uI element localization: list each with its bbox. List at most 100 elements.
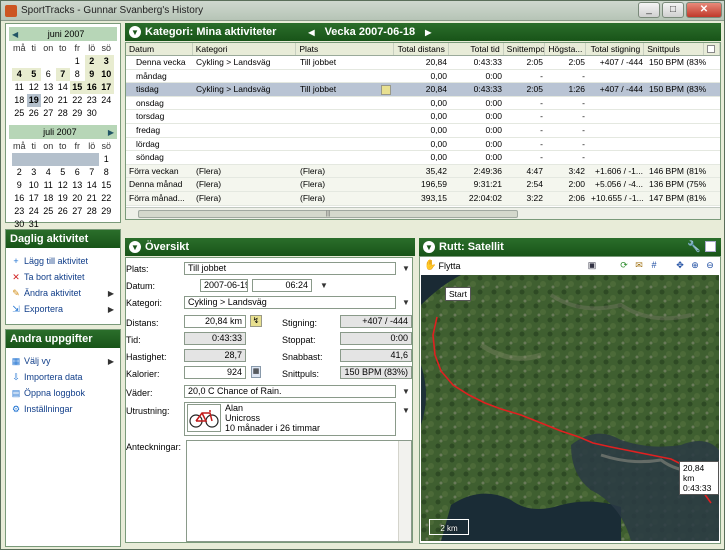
zoom-in-icon[interactable]: ⊕ (689, 259, 701, 271)
daily-item-0[interactable]: + Lägg till aktivitet (6, 253, 120, 269)
calendar-day[interactable]: 19 (56, 192, 71, 205)
calendar-day[interactable]: 12 (27, 81, 42, 94)
calculator-icon[interactable]: ▦ (251, 366, 261, 378)
collapse-chevron-icon[interactable]: ▼ (129, 241, 141, 253)
calendar-day[interactable]: 13 (41, 81, 56, 94)
column-header[interactable]: Total distans (394, 43, 449, 55)
calendar-day[interactable]: 23 (12, 205, 27, 218)
calendar-day[interactable]: 1 (99, 153, 114, 166)
next-week-arrow-icon[interactable]: ▶ (425, 28, 431, 37)
calendar-day[interactable]: 3 (99, 55, 114, 68)
place-field[interactable]: Till jobbet (184, 262, 396, 275)
scrollbar-thumb[interactable]: ||| (138, 210, 518, 218)
hand-icon[interactable]: ✋ (424, 260, 436, 271)
column-header[interactable]: Snittempo (504, 43, 545, 55)
column-header[interactable]: Plats (296, 43, 395, 55)
table-row[interactable]: lördag 0,00 0:00 - - (126, 138, 720, 152)
calendar-day[interactable]: 9 (12, 179, 27, 192)
calendar-day[interactable]: 19 (26, 94, 41, 107)
calendar-day[interactable]: 30 (85, 107, 100, 120)
collapse-chevron-icon[interactable]: ▼ (423, 241, 435, 253)
table-row[interactable]: söndag 0,00 0:00 - - (126, 151, 720, 165)
calendar-day[interactable]: 24 (99, 94, 114, 107)
calendar-day[interactable]: 9 (84, 68, 99, 81)
horizontal-scrollbar[interactable]: ||| (126, 207, 720, 219)
column-header[interactable]: Total tid (449, 43, 504, 55)
calendar-day[interactable]: 12 (56, 179, 71, 192)
calendar-day[interactable]: 5 (26, 68, 41, 81)
calendar-day[interactable]: 27 (70, 205, 85, 218)
prev-month-arrow-icon[interactable]: ◀ (12, 30, 18, 39)
calendar-day[interactable]: 11 (12, 81, 27, 94)
calendar-day[interactable]: 26 (56, 205, 71, 218)
category-dropdown-icon[interactable]: ▼ (402, 298, 410, 307)
time-field[interactable]: 06:24 (252, 279, 312, 292)
calendar-day[interactable]: 25 (41, 205, 56, 218)
calendar-day[interactable]: 11 (41, 179, 56, 192)
title-bar[interactable]: SportTracks - Gunnar Svanberg's History … (1, 1, 724, 21)
calendar-day[interactable]: 4 (41, 166, 56, 179)
table-row[interactable]: Förra veckan (Flera) (Flera) 35,42 2:49:36 4:… (126, 164, 720, 179)
end-callout[interactable]: 20,84 km 0:43:33 (679, 461, 719, 495)
calendar-day[interactable]: 14 (56, 81, 71, 94)
calendar-day[interactable]: 22 (70, 94, 85, 107)
refresh-icon[interactable]: ⟳ (618, 259, 630, 271)
calendar-day[interactable]: 16 (84, 81, 99, 94)
table-row[interactable]: fredag 0,00 0:00 - - (126, 124, 720, 138)
place-dropdown-icon[interactable]: ▼ (402, 264, 410, 273)
calendar-day[interactable]: 24 (27, 205, 42, 218)
calendar-day[interactable]: 8 (99, 166, 114, 179)
comment-icon[interactable]: ✉ (633, 259, 645, 271)
date-field[interactable]: 2007-06-19 (200, 279, 248, 292)
calendar-day[interactable]: 28 (85, 205, 100, 218)
calendar-day[interactable]: 21 (56, 94, 71, 107)
other-item-0[interactable]: ▦ Välj vy ▶ (6, 353, 120, 369)
start-callout[interactable]: Start (445, 287, 471, 301)
column-header[interactable]: Snittpuls (644, 43, 705, 55)
table-row[interactable]: Denna månad (Flera) (Flera) 196,59 9:31:21 2:… (126, 178, 720, 192)
close-button[interactable]: ✕ (686, 2, 722, 18)
calendar-day[interactable]: 3 (27, 166, 42, 179)
calendar-day[interactable]: 18 (41, 192, 56, 205)
collapse-chevron-icon[interactable]: ▼ (129, 26, 141, 38)
calendar-day[interactable]: 7 (55, 68, 70, 81)
calendar-day[interactable]: 25 (12, 107, 27, 120)
calendar-day[interactable]: 21 (85, 192, 100, 205)
calendar-day[interactable]: 4 (12, 68, 27, 81)
pan-icon[interactable]: ✥ (674, 259, 686, 271)
other-item-3[interactable]: ⚙ Inställningar (6, 401, 120, 417)
calendar-day[interactable]: 23 (85, 94, 100, 107)
calendar-day[interactable]: 27 (41, 107, 56, 120)
notes-textarea[interactable] (186, 440, 412, 542)
calendar-day[interactable]: 22 (99, 192, 114, 205)
calendar-day[interactable]: 18 (12, 94, 27, 107)
calendar-day[interactable]: 5 (56, 166, 71, 179)
calendar-day[interactable]: 7 (85, 166, 100, 179)
calendar-day[interactable]: 14 (85, 179, 100, 192)
daily-item-2[interactable]: ✎ Ändra aktivitet ▶ (6, 285, 120, 301)
column-header[interactable]: Högsta... (545, 43, 587, 55)
weather-dropdown-icon[interactable]: ▼ (402, 387, 410, 396)
daily-item-3[interactable]: ⇲ Exportera ▶ (6, 301, 120, 317)
calendar-day[interactable]: 8 (70, 68, 85, 81)
satellite-map[interactable]: Start 20,84 km 0:43:33 2 km (421, 275, 719, 541)
calendar-day[interactable]: 16 (12, 192, 27, 205)
calendar-day[interactable]: 1 (70, 55, 85, 68)
prev-week-arrow-icon[interactable]: ◀ (308, 28, 314, 37)
maximize-button[interactable]: □ (662, 2, 684, 18)
grid-icon[interactable]: # (648, 259, 660, 271)
zoom-out-icon[interactable]: ⊖ (704, 259, 716, 271)
notes-scrollbar[interactable] (398, 441, 411, 541)
table-row[interactable]: måndag 0,00 0:00 - - (126, 70, 720, 84)
calendar-day[interactable]: 17 (27, 192, 42, 205)
calendar-day[interactable]: 15 (70, 81, 85, 94)
column-header[interactable]: Total stigning (586, 43, 645, 55)
weather-field[interactable]: 20,0 C Chance of Rain. (184, 385, 396, 398)
calendar-day[interactable]: 29 (70, 107, 85, 120)
table-row[interactable]: Förra månad... (Flera) (Flera) 393,15 22:04:… (126, 191, 720, 206)
save-icon[interactable]: ▣ (586, 259, 598, 271)
calendar-day[interactable]: 20 (41, 94, 56, 107)
table-row[interactable]: tisdag Cykling > Landsväg Till jobbet 20,84… (126, 83, 720, 97)
time-dropdown-icon[interactable]: ▼ (320, 281, 328, 290)
calendar-day[interactable]: 26 (27, 107, 42, 120)
